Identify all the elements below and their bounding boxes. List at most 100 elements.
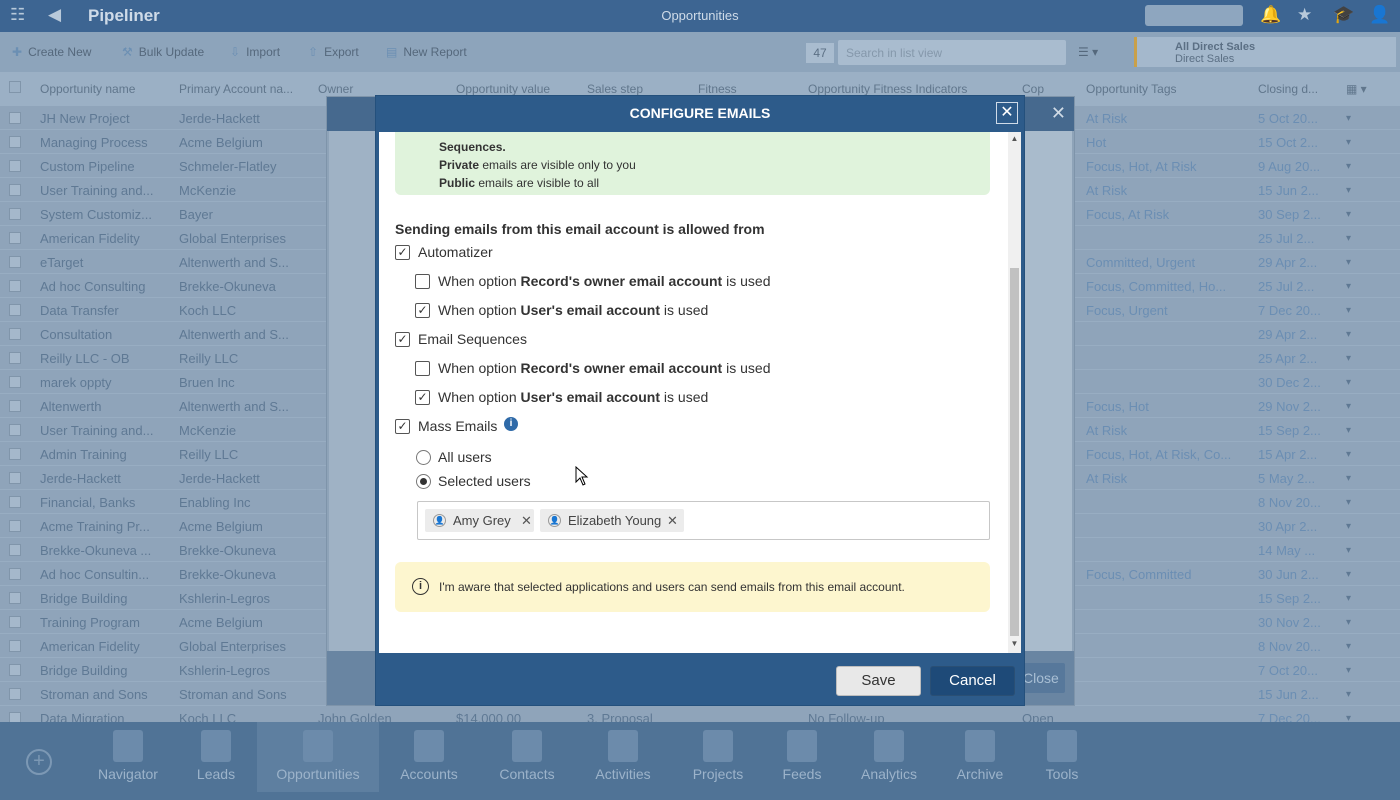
row-account[interactable]: Altenwerth and S...	[179, 399, 297, 414]
col-owner[interactable]: Owner	[318, 82, 353, 96]
row-opportunity-name[interactable]: Reilly LLC - OB	[40, 351, 162, 366]
nav-opportunities[interactable]: Opportunities	[257, 722, 379, 792]
row-account[interactable]: Brekke-Okuneva	[179, 279, 297, 294]
col-closing-date[interactable]: Closing d...	[1258, 82, 1318, 96]
row-opportunity-name[interactable]: Ad hoc Consultin...	[40, 567, 162, 582]
row-checkbox[interactable]	[9, 280, 21, 292]
row-account[interactable]: Bruen Inc	[179, 375, 297, 390]
row-opportunity-name[interactable]: Bridge Building	[40, 663, 162, 678]
global-search-input[interactable]	[1145, 5, 1243, 26]
nav-projects[interactable]: Projects	[678, 730, 758, 782]
row-account[interactable]: Acme Belgium	[179, 519, 297, 534]
sequences-owner-checkbox[interactable]	[415, 361, 430, 376]
row-account[interactable]: Stroman and Sons	[179, 687, 297, 702]
all-users-radio[interactable]	[416, 450, 431, 465]
row-checkbox[interactable]	[9, 328, 21, 340]
row-menu-icon[interactable]: ▾	[1346, 689, 1351, 700]
nav-activities[interactable]: Activities	[583, 730, 663, 782]
row-menu-icon[interactable]: ▾	[1346, 425, 1351, 436]
row-account[interactable]: Reilly LLC	[179, 447, 297, 462]
row-account[interactable]: Altenwerth and S...	[179, 255, 297, 270]
row-checkbox[interactable]	[9, 664, 21, 676]
col-sales-step[interactable]: Sales step	[587, 82, 643, 96]
row-opportunity-name[interactable]: Stroman and Sons	[40, 687, 162, 702]
export-button[interactable]: ⇧ Export	[308, 45, 359, 59]
view-selector[interactable]: All Direct Sales Direct Sales	[1134, 37, 1396, 67]
nav-navigator[interactable]: Navigator	[88, 730, 168, 782]
row-menu-icon[interactable]: ▾	[1346, 305, 1351, 316]
row-menu-icon[interactable]: ▾	[1346, 137, 1351, 148]
row-menu-icon[interactable]: ▾	[1346, 665, 1351, 676]
row-menu-icon[interactable]: ▾	[1346, 233, 1351, 244]
row-menu-icon[interactable]: ▾	[1346, 569, 1351, 580]
row-account[interactable]: Altenwerth and S...	[179, 327, 297, 342]
sequences-user-checkbox[interactable]: ✓	[415, 390, 430, 405]
scroll-up-icon[interactable]: ▲	[1008, 134, 1021, 143]
column-settings-icon[interactable]: ▦ ▾	[1346, 82, 1367, 96]
row-checkbox[interactable]	[9, 424, 21, 436]
row-checkbox[interactable]	[9, 160, 21, 172]
row-checkbox[interactable]	[9, 472, 21, 484]
row-account[interactable]: Koch LLC	[179, 303, 297, 318]
row-menu-icon[interactable]: ▾	[1346, 641, 1351, 652]
nav-archive[interactable]: Archive	[940, 730, 1020, 782]
row-opportunity-name[interactable]: System Customiz...	[40, 207, 162, 222]
nav-accounts[interactable]: Accounts	[389, 730, 469, 782]
row-menu-icon[interactable]: ▾	[1346, 113, 1351, 124]
row-menu-icon[interactable]: ▾	[1346, 257, 1351, 268]
row-account[interactable]: McKenzie	[179, 423, 297, 438]
row-opportunity-name[interactable]: American Fidelity	[40, 639, 162, 654]
row-menu-icon[interactable]: ▾	[1346, 497, 1351, 508]
row-account[interactable]: Kshlerin-Legros	[179, 591, 297, 606]
row-opportunity-name[interactable]: Data Migration	[40, 711, 162, 722]
nav-feeds[interactable]: Feeds	[762, 730, 842, 782]
row-account[interactable]: Jerde-Hackett	[179, 471, 297, 486]
nav-contacts[interactable]: Contacts	[487, 730, 567, 782]
row-opportunity-name[interactable]: Managing Process	[40, 135, 162, 150]
remove-user-icon[interactable]: ✕	[521, 513, 532, 529]
row-checkbox[interactable]	[9, 448, 21, 460]
row-menu-icon[interactable]: ▾	[1346, 593, 1351, 604]
academy-icon[interactable]: 🎓	[1333, 5, 1354, 25]
row-checkbox[interactable]	[9, 592, 21, 604]
row-account[interactable]: Enabling Inc	[179, 495, 297, 510]
row-opportunity-name[interactable]: JH New Project	[40, 111, 162, 126]
row-menu-icon[interactable]: ▾	[1346, 353, 1351, 364]
row-account[interactable]: Brekke-Okuneva	[179, 567, 297, 582]
list-search-input[interactable]: Search in list view	[838, 40, 1066, 65]
row-checkbox[interactable]	[9, 208, 21, 220]
row-account[interactable]: McKenzie	[179, 183, 297, 198]
row-opportunity-name[interactable]: eTarget	[40, 255, 162, 270]
row-account[interactable]: Jerde-Hackett	[179, 111, 297, 126]
automatizer-owner-checkbox[interactable]	[415, 274, 430, 289]
automatizer-checkbox[interactable]: ✓	[395, 245, 410, 260]
row-checkbox[interactable]	[9, 352, 21, 364]
col-primary-account[interactable]: Primary Account na...	[179, 82, 293, 96]
bulk-update-button[interactable]: ⚒ Bulk Update	[122, 45, 204, 59]
row-checkbox[interactable]	[9, 304, 21, 316]
create-new-button[interactable]: ✚ Create New	[12, 45, 91, 59]
dialog-close-icon[interactable]: ✕	[996, 102, 1018, 124]
row-account[interactable]: Global Enterprises	[179, 231, 297, 246]
row-menu-icon[interactable]: ▾	[1346, 545, 1351, 556]
mass-emails-info-icon[interactable]: i	[504, 417, 518, 431]
table-row[interactable]: Data Migration Koch LLC 7 Dec 20... ▾ John G…	[0, 706, 1400, 722]
row-checkbox[interactable]	[9, 712, 21, 722]
mass-emails-checkbox[interactable]: ✓	[395, 419, 410, 434]
email-sequences-checkbox[interactable]: ✓	[395, 332, 410, 347]
add-icon[interactable]: +	[26, 749, 52, 775]
row-checkbox[interactable]	[9, 496, 21, 508]
col-opportunity-name[interactable]: Opportunity name	[40, 82, 135, 96]
selected-users-radio[interactable]	[416, 474, 431, 489]
list-menu-icon[interactable]: ☰ ▾	[1078, 45, 1098, 59]
row-opportunity-name[interactable]: Altenwerth	[40, 399, 162, 414]
row-checkbox[interactable]	[9, 376, 21, 388]
select-all-checkbox[interactable]	[9, 81, 21, 93]
row-checkbox[interactable]	[9, 616, 21, 628]
row-account[interactable]: Kshlerin-Legros	[179, 663, 297, 678]
row-opportunity-name[interactable]: Ad hoc Consulting	[40, 279, 162, 294]
row-menu-icon[interactable]: ▾	[1346, 521, 1351, 532]
row-account[interactable]: Koch LLC	[179, 711, 297, 722]
save-button[interactable]: Save	[836, 666, 921, 696]
row-opportunity-name[interactable]: Admin Training	[40, 447, 162, 462]
